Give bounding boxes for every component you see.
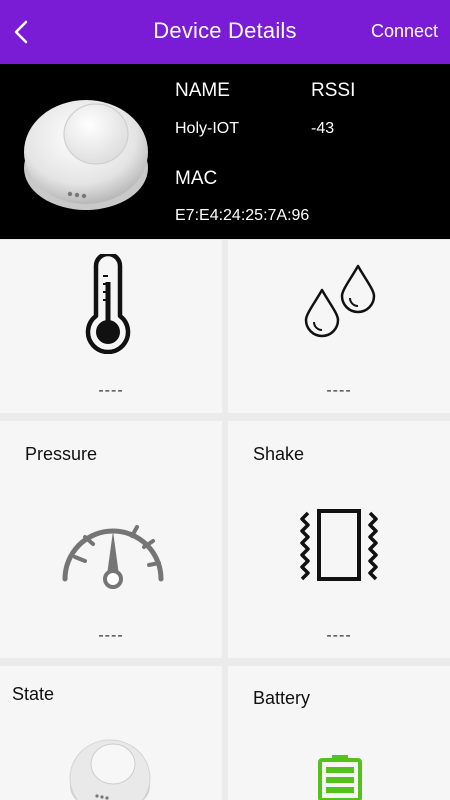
humidity-value: ----	[326, 382, 352, 399]
gauge-icon	[62, 525, 164, 589]
mac-value: E7:E4:24:25:7A:96	[175, 207, 310, 224]
vibration-icon	[300, 509, 378, 581]
connect-button[interactable]: Connect	[371, 21, 438, 42]
rssi-value: -43	[311, 120, 335, 137]
battery-card[interactable]: Battery	[228, 666, 450, 800]
thermometer-icon	[85, 254, 131, 354]
device-icon	[69, 739, 151, 800]
pressure-title: Pressure	[25, 444, 98, 464]
temperature-value: ----	[98, 382, 124, 399]
state-card[interactable]: State	[0, 666, 222, 800]
temperature-card[interactable]: ----	[0, 240, 222, 413]
rssi-label: RSSI	[311, 80, 356, 101]
app-bar: Device Details Connect	[0, 0, 450, 64]
pressure-card[interactable]: Pressure ----	[0, 421, 222, 658]
pressure-value: ----	[98, 627, 124, 644]
shake-title: Shake	[253, 444, 305, 464]
state-title: State	[12, 684, 55, 704]
mac-label: MAC	[175, 168, 218, 189]
water-drops-icon	[304, 264, 376, 338]
battery-title: Battery	[253, 688, 311, 708]
shake-card[interactable]: Shake ----	[228, 421, 450, 658]
humidity-card[interactable]: ----	[228, 240, 450, 413]
device-image	[24, 100, 148, 210]
device-header: NAME Holy-IOT RSSI -43 MAC E7:E4:24:25:7…	[0, 64, 450, 239]
battery-icon	[318, 755, 362, 800]
name-value: Holy-IOT	[175, 120, 239, 137]
name-label: NAME	[175, 80, 230, 101]
shake-value: ----	[326, 627, 352, 644]
